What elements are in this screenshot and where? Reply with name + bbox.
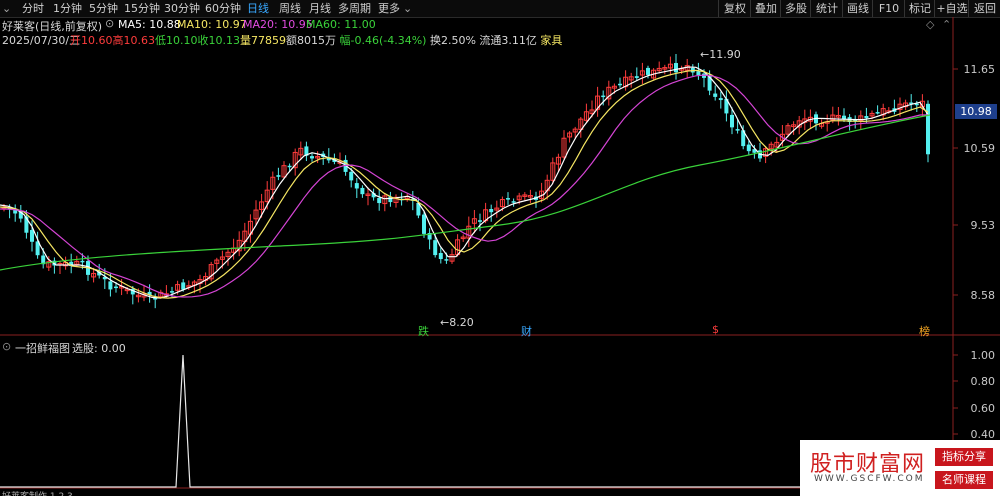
candle-body bbox=[634, 76, 639, 78]
watermark-url: WWW.GSCFW.COM bbox=[814, 474, 925, 484]
low-annotation: ←8.20 bbox=[440, 316, 474, 329]
candle-body bbox=[310, 156, 314, 159]
candle-body bbox=[30, 230, 34, 242]
indicator-value: 选股: 0.00 bbox=[72, 342, 126, 355]
candle-body bbox=[354, 183, 359, 189]
candle-body bbox=[287, 165, 292, 168]
bottom-panel-title: 好莱客制作 1.2.3 bbox=[2, 489, 73, 496]
candle-body bbox=[511, 201, 516, 203]
watermark: 股市财富网 WWW.GSCFW.COM 指标分享 名师课程 bbox=[800, 440, 1000, 496]
event-marker-fall[interactable]: 跌 bbox=[418, 323, 429, 339]
event-marker-finance[interactable]: 财 bbox=[521, 323, 532, 339]
candle-body bbox=[735, 129, 740, 131]
candle-body bbox=[489, 209, 494, 213]
candle-body bbox=[349, 171, 354, 181]
candle-body bbox=[864, 115, 869, 119]
candle-body bbox=[875, 112, 880, 114]
candle-body bbox=[170, 291, 174, 293]
candle-body bbox=[478, 220, 482, 222]
candle-body bbox=[80, 260, 85, 263]
candle-body bbox=[377, 198, 382, 204]
event-marker-list[interactable]: 榜 bbox=[919, 323, 930, 339]
indicator-tick: 1.00 bbox=[970, 349, 996, 362]
ma20-line bbox=[0, 74, 929, 298]
candle-body bbox=[674, 63, 678, 73]
candle-body bbox=[444, 259, 449, 261]
price-tick: 9.53 bbox=[970, 219, 996, 232]
price-tick: 10.59 bbox=[963, 142, 996, 155]
watermark-tag-courses: 名师课程 bbox=[935, 471, 993, 489]
candle-body bbox=[601, 95, 606, 98]
candle-body bbox=[618, 83, 622, 86]
candle-body bbox=[746, 144, 751, 152]
ma10-line bbox=[0, 69, 929, 299]
indicator-tick: 0.80 bbox=[970, 375, 996, 388]
candle-body bbox=[422, 214, 426, 234]
candle-body bbox=[718, 98, 723, 101]
price-tick: 11.65 bbox=[963, 63, 996, 76]
event-marker-dollar[interactable]: $ bbox=[712, 323, 719, 336]
indicator-title: 一招鲜福图 bbox=[15, 342, 70, 355]
high-annotation: ←11.90 bbox=[700, 48, 741, 61]
candle-body bbox=[646, 67, 650, 75]
candle-body bbox=[730, 114, 734, 128]
watermark-tag-indicators: 指标分享 bbox=[935, 448, 993, 466]
kline-chart bbox=[0, 17, 1000, 496]
candle-body bbox=[114, 286, 118, 289]
candle-body bbox=[360, 187, 365, 195]
indicator-collapse-icon[interactable]: ⊙ bbox=[2, 340, 11, 353]
current-price-tag: 10.98 bbox=[955, 104, 997, 119]
indicator-tick: 0.60 bbox=[970, 402, 996, 415]
ma5-line bbox=[0, 66, 929, 299]
candle-body bbox=[438, 253, 443, 260]
price-tick: 8.58 bbox=[970, 289, 996, 302]
candle-body bbox=[276, 175, 281, 177]
candle-body bbox=[506, 198, 510, 200]
candle-body bbox=[433, 240, 438, 256]
candle-body bbox=[713, 93, 718, 97]
candle-body bbox=[108, 281, 113, 290]
candle-body bbox=[696, 71, 701, 76]
candle-body bbox=[181, 282, 186, 290]
